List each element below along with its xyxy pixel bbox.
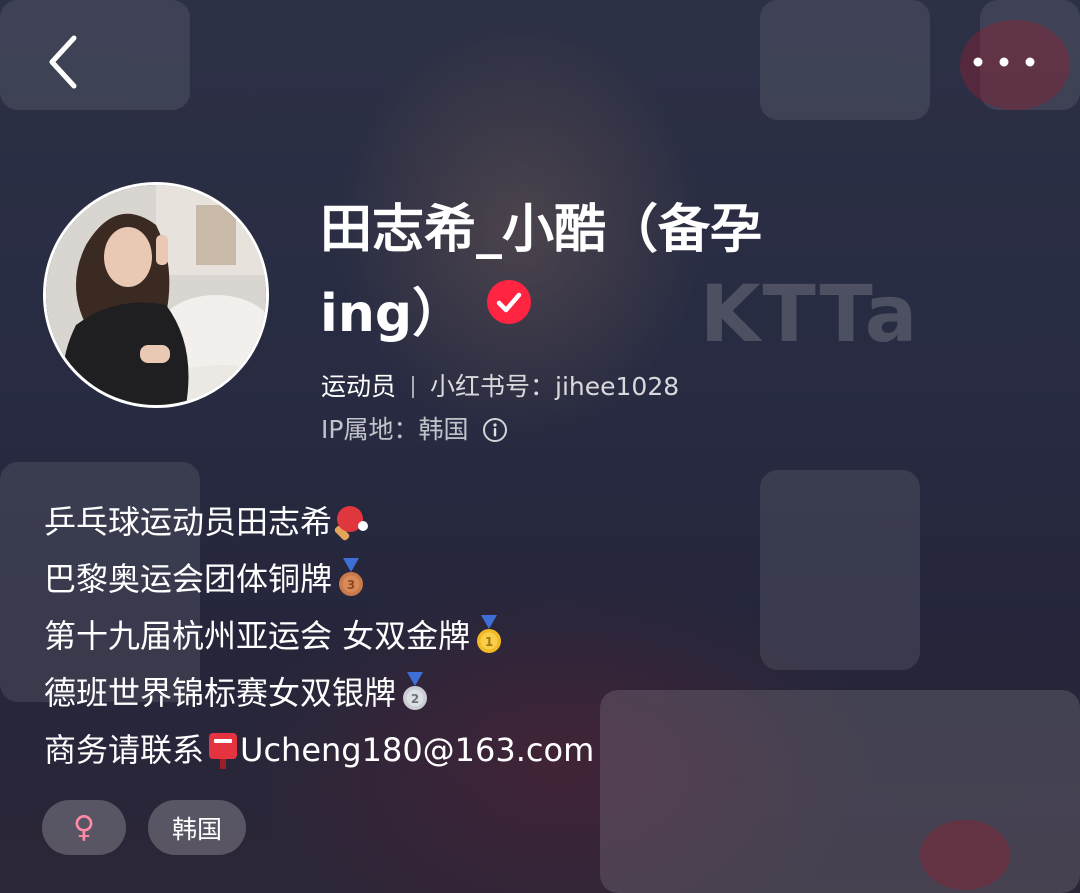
bio-text: 乒乓球运动员田志希 — [44, 503, 333, 541]
red-id-label: 小红书号： — [430, 372, 556, 401]
bio-line: 德班世界锦标赛女双银牌 2 — [44, 665, 594, 722]
gold-medal-icon: 1 — [477, 615, 502, 653]
more-button[interactable] — [964, 40, 1044, 84]
avatar-photo — [46, 185, 266, 405]
meta-row: 运动员 小红书号：jihee1028 — [321, 368, 679, 406]
ip-location-row: IP属地：韩国 — [321, 411, 508, 449]
profile-screen: KTTa 田志希_小酷（备孕ing） 运动员 小红书号：jihee1028 IP… — [0, 0, 1080, 893]
svg-text:1: 1 — [485, 635, 493, 649]
silver-medal-icon: 2 — [403, 672, 428, 710]
bronze-medal-icon: 3 — [339, 558, 364, 596]
chevron-left-icon — [49, 35, 77, 89]
ip-location-value: 韩国 — [418, 415, 469, 444]
bio-text: 第十九届杭州亚运会 女双金牌 — [44, 617, 471, 655]
bio-text: 巴黎奥运会团体铜牌 — [44, 560, 333, 598]
postbox-icon — [209, 733, 238, 769]
bio: 乒乓球运动员田志希 巴黎奥运会团体铜牌 3 第十九届杭州亚运会 女双金牌 1 德… — [44, 494, 594, 779]
ping-pong-paddle-icon — [334, 506, 369, 541]
role-label: 运动员 — [321, 372, 397, 401]
red-id-value[interactable]: jihee1028 — [555, 372, 679, 401]
svg-text:3: 3 — [347, 578, 355, 592]
bio-line: 第十九届杭州亚运会 女双金牌 1 — [44, 608, 594, 665]
divider — [412, 376, 415, 398]
bio-prefix: 商务请联系 — [44, 731, 205, 769]
region-tag[interactable]: 韩国 — [148, 800, 247, 855]
gender-tag[interactable]: ♀ — [42, 800, 126, 855]
region-tag-label: 韩国 — [172, 814, 223, 844]
nickname-text: 田志希_小酷（备孕ing） — [320, 200, 763, 344]
back-button[interactable] — [36, 30, 96, 94]
nickname: 田志希_小酷（备孕ing） — [320, 188, 820, 356]
bio-text: 德班世界锦标赛女双银牌 — [44, 674, 397, 712]
verified-check-icon — [487, 280, 532, 324]
avatar[interactable] — [43, 182, 269, 408]
female-icon: ♀ — [73, 810, 95, 845]
info-circle-icon[interactable] — [482, 417, 508, 443]
profile-tags: ♀ 韩国 — [42, 800, 247, 855]
more-dots-icon — [973, 57, 1035, 67]
ip-label: IP属地： — [321, 415, 419, 444]
bio-line: 商务请联系 Ucheng180@163.com — [44, 722, 594, 779]
svg-text:2: 2 — [411, 692, 419, 706]
bio-line: 巴黎奥运会团体铜牌 3 — [44, 551, 594, 608]
business-email[interactable]: Ucheng180@163.com — [240, 731, 594, 769]
bio-line: 乒乓球运动员田志希 — [44, 494, 594, 551]
